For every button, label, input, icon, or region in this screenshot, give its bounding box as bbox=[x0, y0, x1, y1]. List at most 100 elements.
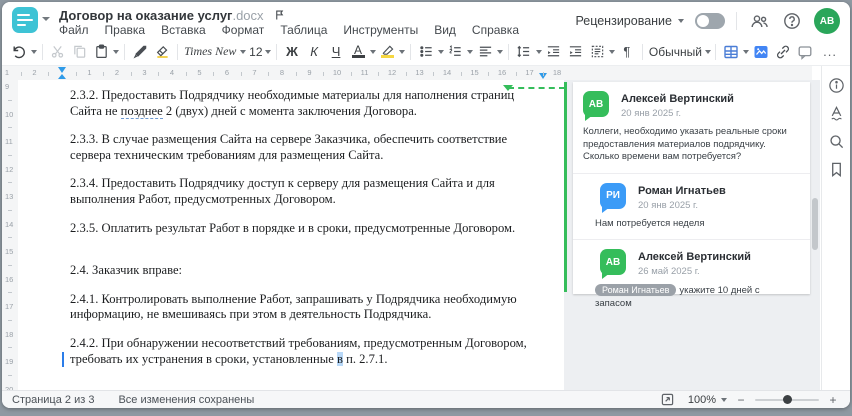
insert-table-caret[interactable] bbox=[742, 41, 750, 63]
ruler-number: 1 bbox=[4, 68, 10, 77]
paragraph-settings-button[interactable] bbox=[586, 41, 608, 63]
ruler-tick bbox=[488, 72, 490, 76]
ruler-tick bbox=[75, 72, 77, 76]
menu-item-файл[interactable]: Файл bbox=[59, 23, 89, 37]
text-run: 2 (двух) дней с момента заключения Догов… bbox=[162, 103, 417, 118]
insert-table-button[interactable] bbox=[720, 41, 742, 63]
insert-image-button[interactable] bbox=[750, 41, 772, 63]
ruler-number: 2 bbox=[114, 68, 120, 77]
app-logo-icon[interactable] bbox=[12, 7, 38, 33]
formatting-marks-button[interactable]: ¶ bbox=[616, 41, 638, 63]
paste-button[interactable] bbox=[91, 41, 113, 63]
font-name-caret[interactable] bbox=[240, 41, 248, 63]
collaboration-users-icon[interactable] bbox=[748, 10, 770, 32]
undo-caret[interactable] bbox=[30, 41, 38, 63]
font-color-caret[interactable] bbox=[369, 41, 377, 63]
zoom-slider-handle[interactable] bbox=[783, 395, 792, 404]
numbered-list-button[interactable] bbox=[445, 41, 467, 63]
paragraph-style-select[interactable]: Обычный bbox=[647, 45, 704, 59]
header: Договор на оказание услуг.docx Файл Правк… bbox=[2, 2, 850, 38]
align-left-button[interactable] bbox=[474, 41, 496, 63]
zoom-slider[interactable] bbox=[755, 395, 819, 404]
underline-button[interactable]: Ч bbox=[325, 41, 347, 63]
font-size-caret[interactable] bbox=[265, 41, 273, 63]
app-menu-caret-icon[interactable] bbox=[42, 17, 50, 21]
menu-item-инструменты[interactable]: Инструменты bbox=[343, 23, 418, 37]
insert-comment-button[interactable] bbox=[794, 41, 816, 63]
comment-reply[interactable]: РИ Роман Игнатьев 20 янв 2025 г. Нам потреб… bbox=[573, 174, 810, 231]
menu-item-вид[interactable]: Вид bbox=[434, 23, 456, 37]
flag-icon[interactable] bbox=[274, 9, 285, 24]
paste-caret[interactable] bbox=[113, 41, 121, 63]
paragraph-settings-caret[interactable] bbox=[608, 41, 616, 63]
paragraph: 2.4. Заказчик вправе: bbox=[70, 263, 540, 279]
bookmark-icon[interactable] bbox=[826, 159, 846, 179]
mention-chip[interactable]: Роман Игнатьев bbox=[595, 284, 677, 296]
spellcheck-icon[interactable] bbox=[826, 103, 846, 123]
ruler-tick bbox=[8, 209, 12, 211]
ruler-number: 2 bbox=[32, 68, 37, 77]
bold-button[interactable]: Ж bbox=[281, 41, 303, 63]
font-color-button[interactable]: А bbox=[347, 41, 369, 63]
copy-button[interactable] bbox=[69, 41, 91, 63]
menu-item-справка[interactable]: Справка bbox=[472, 23, 519, 37]
comment-reply[interactable]: АВ Алексей Вертинский 26 май 2025 г. Роман … bbox=[573, 240, 810, 310]
search-icon[interactable] bbox=[826, 131, 846, 151]
font-size-select[interactable]: 12 bbox=[247, 45, 264, 59]
ruler-tick bbox=[158, 72, 160, 76]
review-toggle[interactable] bbox=[695, 13, 725, 29]
insert-link-button[interactable] bbox=[772, 41, 794, 63]
vertical-scrollbar[interactable] bbox=[812, 198, 818, 250]
paragraph: 2.4.1. Контролировать выполнение Работ, … bbox=[70, 292, 540, 323]
clear-style-eraser-icon[interactable] bbox=[151, 41, 173, 63]
comment-author: Алексей Вертинский bbox=[621, 93, 734, 105]
ruler-tick bbox=[405, 72, 407, 76]
zoom-level-select[interactable]: 100% bbox=[688, 394, 727, 406]
align-left-caret[interactable] bbox=[496, 41, 504, 63]
comment[interactable]: АВ Алексей Вертинский 20 янв 2025 г. Коллег… bbox=[573, 82, 810, 164]
highlight-color-button[interactable] bbox=[377, 41, 399, 63]
ruler-number: 7 bbox=[252, 68, 257, 77]
bullet-list-caret[interactable] bbox=[437, 41, 445, 63]
ruler-tick bbox=[8, 319, 12, 321]
ruler-tick bbox=[460, 72, 462, 76]
ruler-tick bbox=[8, 374, 12, 376]
page-indicator[interactable]: Страница 2 из 3 bbox=[12, 394, 94, 406]
review-mode-button[interactable]: Рецензирование bbox=[575, 14, 684, 28]
document-info-icon[interactable] bbox=[826, 75, 846, 95]
document-text: 2.3.2. Предоставить Подрядчику необходим… bbox=[18, 80, 564, 367]
menu-item-правка[interactable]: Правка bbox=[105, 23, 146, 37]
toolbar-more-button[interactable]: ... bbox=[816, 41, 844, 63]
left-indent-marker[interactable] bbox=[57, 74, 66, 79]
ruler-number: 17 bbox=[5, 302, 14, 311]
zoom-out-button[interactable]: − bbox=[736, 393, 746, 407]
menu-item-формат[interactable]: Формат bbox=[222, 23, 265, 37]
ruler-number: 14 bbox=[5, 219, 14, 229]
undo-button[interactable] bbox=[8, 41, 30, 63]
user-avatar[interactable]: АВ bbox=[814, 8, 840, 34]
document-page[interactable]: 2.3.2. Предоставить Подрядчику необходим… bbox=[18, 80, 564, 390]
fit-width-icon[interactable] bbox=[657, 389, 679, 409]
menu-item-вставка[interactable]: Вставка bbox=[161, 23, 206, 37]
numbered-list-caret[interactable] bbox=[467, 41, 475, 63]
decrease-indent-button[interactable] bbox=[542, 41, 564, 63]
font-name-select[interactable]: Times New ... bbox=[182, 44, 240, 59]
first-line-indent-marker[interactable] bbox=[57, 67, 66, 73]
help-icon[interactable] bbox=[781, 10, 803, 32]
ruler-number: 11 bbox=[360, 68, 369, 77]
comment-author: Роман Игнатьев bbox=[638, 184, 726, 197]
italic-button[interactable]: К bbox=[303, 41, 325, 63]
comment-thread[interactable]: АВ Алексей Вертинский 20 янв 2025 г. Коллег… bbox=[573, 82, 810, 309]
paragraph-style-caret[interactable] bbox=[704, 41, 712, 63]
increase-indent-button[interactable] bbox=[564, 41, 586, 63]
vertical-ruler: 9 10 11 12 13 14 15 16 17 18 19 20 bbox=[2, 80, 19, 390]
cut-button[interactable] bbox=[47, 41, 69, 63]
bullet-list-button[interactable] bbox=[415, 41, 437, 63]
format-painter-icon[interactable] bbox=[129, 41, 151, 63]
zoom-in-button[interactable]: + bbox=[828, 393, 838, 407]
line-spacing-caret[interactable] bbox=[535, 41, 543, 63]
highlight-color-caret[interactable] bbox=[399, 41, 407, 63]
text-run: 2.3.3. В случае размещения Сайта на серв… bbox=[70, 132, 508, 162]
line-spacing-button[interactable] bbox=[513, 41, 535, 63]
menu-item-таблица[interactable]: Таблица bbox=[280, 23, 327, 37]
